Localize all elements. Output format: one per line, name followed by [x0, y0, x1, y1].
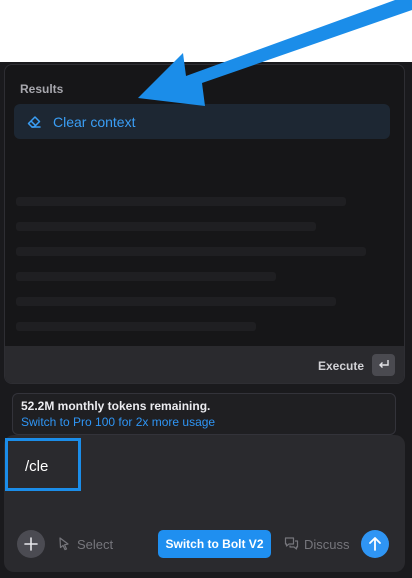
execute-label[interactable]: Execute	[318, 359, 364, 373]
discuss-button[interactable]: Discuss	[304, 537, 350, 552]
results-section-label: Results	[20, 82, 64, 96]
chat-bubbles-icon[interactable]	[284, 536, 299, 551]
switch-to-bolt-v2-button[interactable]: Switch to Bolt V2	[158, 530, 271, 558]
enter-key-icon[interactable]	[372, 354, 395, 376]
tokens-remaining-text: 52.2M monthly tokens remaining.	[21, 399, 211, 413]
result-item-clear-context[interactable]: Clear context	[14, 104, 390, 139]
send-button[interactable]	[361, 530, 389, 558]
blurred-row	[16, 272, 276, 281]
add-button[interactable]	[17, 530, 45, 558]
upgrade-link[interactable]: Switch to Pro 100 for 2x more usage	[21, 415, 215, 429]
blurred-row	[16, 197, 346, 206]
blurred-row	[16, 247, 366, 256]
cursor-select-icon[interactable]	[57, 536, 72, 551]
top-background	[0, 0, 412, 62]
input-highlight-box	[5, 438, 81, 491]
arrow-up-icon	[369, 537, 381, 551]
blurred-row	[16, 322, 256, 331]
blurred-row	[16, 297, 336, 306]
plus-icon	[24, 537, 38, 551]
result-item-label: Clear context	[53, 114, 136, 130]
blurred-row	[16, 222, 316, 231]
eraser-icon	[26, 114, 42, 130]
select-button[interactable]: Select	[77, 537, 113, 552]
